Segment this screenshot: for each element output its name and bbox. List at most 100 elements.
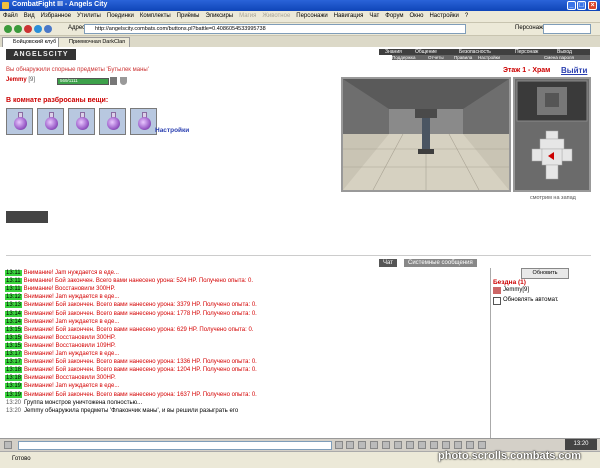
item-mana-flask[interactable] bbox=[130, 108, 157, 135]
menu-item[interactable]: Утилиты bbox=[74, 11, 104, 19]
tab-chat[interactable]: Чат bbox=[379, 259, 397, 267]
chat-timestamp[interactable]: 13:14 bbox=[5, 310, 23, 317]
smiles-list-icon[interactable] bbox=[442, 441, 450, 449]
home-icon[interactable] bbox=[44, 25, 52, 33]
game-logo: ANGELSCITY bbox=[6, 49, 76, 60]
dungeon-view[interactable] bbox=[341, 77, 511, 192]
top-nav-sub-item[interactable]: Смена пароля bbox=[544, 55, 574, 60]
menu-item[interactable]: Поединки bbox=[104, 11, 137, 19]
menu-item[interactable]: Форум bbox=[382, 11, 406, 19]
top-nav-sub-item[interactable]: Настройки bbox=[478, 55, 500, 60]
chat-timestamp[interactable]: 13:19 bbox=[5, 383, 23, 390]
settings-link[interactable]: Настройки bbox=[155, 127, 189, 134]
chat-line: 13:20 Jemmy обнаружила предметы 'Флакончи… bbox=[5, 407, 238, 415]
item-mana-flask[interactable] bbox=[37, 108, 64, 135]
top-nav-sub-item[interactable]: Правила bbox=[454, 55, 472, 60]
help-icon[interactable] bbox=[430, 441, 438, 449]
log-icon[interactable] bbox=[478, 441, 486, 449]
menu-item[interactable]: Избранное bbox=[38, 11, 74, 19]
chat-timestamp[interactable]: 13:13 bbox=[5, 302, 23, 309]
clock: 13:20 bbox=[565, 439, 597, 450]
chat-log[interactable]: 13:11 Внимание! Jam нуждается в еде... 13:… bbox=[0, 268, 490, 438]
chat-timestamp[interactable]: 13:18 bbox=[5, 367, 23, 374]
settings-icon[interactable] bbox=[466, 441, 474, 449]
menu-item[interactable]: Магия bbox=[236, 11, 259, 19]
menu-item[interactable]: Персонажи bbox=[293, 11, 330, 19]
maximize-button[interactable]: □ bbox=[577, 1, 586, 10]
chat-input[interactable] bbox=[18, 441, 332, 450]
info-icon[interactable] bbox=[110, 77, 117, 85]
side-player-name[interactable]: Jemmy[9] bbox=[503, 287, 529, 293]
browser-tab-club[interactable]: Бойцовский клуб bbox=[2, 37, 62, 47]
smile-icon[interactable] bbox=[4, 441, 12, 449]
chat-line: 13:18 Внимание! Восстановили 300HP. bbox=[5, 374, 116, 382]
chat-text: Внимание! Jam нуждается в еде... bbox=[24, 318, 120, 325]
translit-icon[interactable] bbox=[382, 441, 390, 449]
item-mana-flask[interactable] bbox=[99, 108, 126, 135]
browser-tab-darkclan[interactable]: Приемочная DarkClan bbox=[58, 37, 131, 47]
exit-link[interactable]: Выйти bbox=[561, 66, 587, 75]
menu-item[interactable]: Навигация bbox=[331, 11, 367, 19]
menu-item[interactable]: Вид bbox=[21, 11, 38, 19]
send-icon[interactable] bbox=[335, 441, 343, 449]
chat-text: Внимание! Бой закончен. Всего вами нанес… bbox=[24, 391, 257, 398]
menu-item[interactable]: Окно bbox=[407, 11, 427, 19]
menu-item[interactable]: Файл bbox=[0, 11, 21, 19]
hp-value: 569/1111 bbox=[60, 78, 78, 83]
chat-timestamp[interactable]: 13:15 bbox=[5, 334, 23, 341]
auto-refresh-checkbox[interactable] bbox=[493, 297, 501, 305]
refresh-icon[interactable] bbox=[34, 25, 42, 33]
clear-icon[interactable] bbox=[346, 441, 354, 449]
menu-item[interactable]: Чат bbox=[366, 11, 382, 19]
chat-timestamp[interactable]: 13:17 bbox=[5, 359, 23, 366]
address-label: Адрес bbox=[68, 25, 86, 31]
chat-timestamp[interactable]: 13:18 bbox=[5, 375, 23, 382]
found-items-message: Вы обнаружили спорные предметы 'Бутылек … bbox=[6, 67, 149, 73]
chat-timestamp[interactable]: 13:20 bbox=[5, 400, 22, 406]
chat-text: Jemmy обнаружила предметы 'Флакончик ман… bbox=[24, 407, 239, 414]
back-icon[interactable] bbox=[4, 25, 12, 33]
chat-timestamp[interactable]: 13:15 bbox=[5, 326, 23, 333]
sound-icon[interactable] bbox=[394, 441, 402, 449]
scroll-icon[interactable] bbox=[370, 441, 378, 449]
persons-input[interactable] bbox=[543, 24, 591, 34]
refresh-button[interactable]: Обновить bbox=[521, 268, 569, 279]
chat-timestamp[interactable]: 13:17 bbox=[5, 351, 23, 357]
address-input[interactable]: http://angelscity.combats.com/buttons.pl… bbox=[84, 24, 466, 34]
chat-timestamp[interactable]: 13:12 bbox=[5, 294, 23, 301]
menu-item[interactable]: Комплекты bbox=[137, 11, 174, 19]
minimize-button[interactable]: _ bbox=[567, 1, 576, 10]
item-mana-flask[interactable] bbox=[6, 108, 33, 135]
menu-item[interactable]: Эликсиры bbox=[202, 11, 236, 19]
player-info: Jemmy [9] bbox=[6, 77, 35, 85]
friends-icon[interactable] bbox=[454, 441, 462, 449]
top-nav-sub-item[interactable]: Отчеты bbox=[428, 55, 444, 60]
menu-item[interactable]: Животное bbox=[259, 11, 293, 19]
chat-text: Внимание! Бой закончен. Всего вами нанес… bbox=[24, 310, 257, 317]
chat-timestamp[interactable]: 13:11 bbox=[5, 270, 22, 276]
chat-timestamp[interactable]: 13:11 bbox=[5, 286, 22, 293]
chat-timestamp[interactable]: 13:20 bbox=[5, 408, 22, 414]
stop-icon[interactable] bbox=[24, 25, 32, 33]
color-icon[interactable] bbox=[406, 441, 414, 449]
view-direction: смотрим на запад bbox=[530, 195, 576, 201]
item-mana-flask[interactable] bbox=[68, 108, 95, 135]
chat-timestamp[interactable]: 13:14 bbox=[5, 318, 23, 325]
close-button[interactable]: × bbox=[588, 1, 597, 10]
menu-item[interactable]: Приёмы bbox=[174, 11, 203, 19]
minimap[interactable] bbox=[513, 77, 591, 192]
top-nav-sub: Поддержка Отчеты Правила Настройки Смена пар… bbox=[392, 55, 590, 60]
menu-item[interactable]: ? bbox=[462, 11, 471, 19]
chat-timestamp[interactable]: 13:11 bbox=[5, 278, 22, 285]
chat-timestamp[interactable]: 13:19 bbox=[5, 391, 23, 398]
map-icon[interactable] bbox=[418, 441, 426, 449]
chat-timestamp[interactable]: 13:15 bbox=[5, 342, 23, 349]
chat-text: Внимание! Jam нуждается в еде... bbox=[24, 351, 120, 357]
forward-icon[interactable] bbox=[14, 25, 22, 33]
player-name[interactable]: Jemmy bbox=[6, 77, 27, 83]
menu-item[interactable]: Настройки bbox=[426, 11, 461, 19]
top-nav-sub-item[interactable]: Поддержка bbox=[392, 55, 415, 60]
player-icon bbox=[493, 287, 501, 294]
filter-icon[interactable] bbox=[358, 441, 366, 449]
tab-system-messages[interactable]: Системные сообщения bbox=[404, 259, 477, 267]
